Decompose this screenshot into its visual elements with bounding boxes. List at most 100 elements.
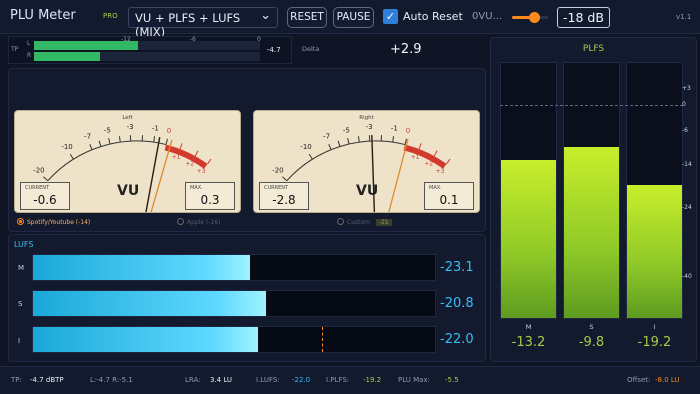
footer-offset-label: Offset: bbox=[627, 376, 651, 384]
lufs-m-bar bbox=[33, 255, 251, 280]
tp-label: TP bbox=[11, 46, 19, 53]
footer-iplfs-label: I.PLFS: bbox=[326, 376, 350, 384]
footer-lr-value: L:-4.7 R:-5.1 bbox=[90, 376, 133, 384]
plfs-i-label: I bbox=[653, 323, 656, 331]
vu-left-title: Left bbox=[122, 115, 133, 121]
lufs-i-bar bbox=[33, 327, 259, 352]
plfs-scale-minus24: -24 bbox=[682, 204, 692, 211]
vu-left-unit: VU bbox=[117, 183, 140, 199]
vu-tick bbox=[308, 153, 313, 160]
vu-scale-label: +3 bbox=[197, 168, 206, 175]
lufs-s-value: -20.8 bbox=[440, 296, 474, 311]
vu-left-current-value: -0.6 bbox=[33, 193, 57, 207]
vu-tick bbox=[357, 136, 360, 143]
plfs-s-value: -9.8 bbox=[578, 335, 605, 350]
lufs-s-track bbox=[32, 290, 436, 317]
vu-right-current-label: CURRENT bbox=[264, 185, 289, 191]
vu-tick bbox=[207, 158, 212, 165]
lufs-i-value: -22.0 bbox=[440, 332, 474, 347]
vu-left-max-box[interactable]: MAX. 0.3 bbox=[185, 182, 235, 210]
vu-scale-label: +1 bbox=[411, 154, 420, 161]
vu-left-max-value: 0.3 bbox=[200, 193, 220, 207]
vu-tick bbox=[69, 153, 74, 160]
vu-tick bbox=[89, 143, 93, 150]
vu-scale-label: -10 bbox=[300, 143, 311, 151]
pause-button[interactable]: PAUSE bbox=[333, 7, 374, 28]
auto-reset-checkbox[interactable]: ✓ bbox=[383, 9, 398, 24]
zero-vu-label: 0VU... bbox=[472, 11, 503, 22]
chevron-down-icon: ⌄ bbox=[260, 8, 271, 23]
vu-tick bbox=[153, 136, 156, 143]
tp-right-label: R bbox=[27, 52, 32, 59]
delta-value: +2.9 bbox=[390, 42, 422, 57]
footer-offset-value: -8.0 LU bbox=[655, 376, 680, 384]
footer-tp-value: -4.7 dBTP bbox=[30, 376, 64, 384]
tp-value: -4.7 bbox=[267, 46, 281, 54]
reference-level-field[interactable]: -18 dB bbox=[557, 7, 610, 28]
vu-right-title: Right bbox=[359, 115, 374, 121]
lufs-s-bar bbox=[33, 291, 267, 316]
vu-max-needle bbox=[388, 138, 409, 212]
vu-scale-label: +3 bbox=[436, 168, 445, 175]
footer-lra-label: LRA: bbox=[185, 376, 201, 384]
target-custom-option[interactable]: Custom -21 bbox=[337, 218, 392, 226]
delta-label: Delta bbox=[302, 45, 320, 53]
vu-left-current-label: CURRENT bbox=[25, 185, 50, 191]
radio-unselected-icon bbox=[177, 218, 184, 225]
vu-tick bbox=[282, 176, 288, 182]
target-custom-value[interactable]: -21 bbox=[375, 219, 392, 226]
footer-lra-value: 3.4 LU bbox=[210, 376, 233, 384]
vu-needle bbox=[371, 135, 376, 212]
plfs-scale-0: 0 bbox=[682, 101, 686, 108]
tp-left-label: L bbox=[27, 40, 31, 47]
lufs-m-label: M bbox=[18, 264, 25, 272]
vu-tick bbox=[118, 136, 121, 143]
vu-needle bbox=[145, 136, 161, 212]
vu-scale-label: -1 bbox=[391, 124, 398, 132]
lufs-i-label: I bbox=[18, 337, 21, 345]
zero-vu-slider-handle[interactable] bbox=[528, 12, 540, 23]
vu-tick bbox=[328, 143, 332, 150]
vu-scale-label: 0 bbox=[406, 127, 410, 135]
lufs-m-track bbox=[32, 254, 436, 281]
tp-right-bar bbox=[34, 52, 100, 61]
vu-scale-label: -10 bbox=[61, 143, 72, 151]
footer-iplfs-value: -19.2 bbox=[363, 376, 382, 384]
vu-left-max-label: MAX. bbox=[190, 185, 203, 191]
lufs-s-label: S bbox=[18, 300, 23, 308]
plfs-scale-minus40: -40 bbox=[682, 273, 692, 280]
target-apple-label: Apple (-16) bbox=[187, 219, 221, 226]
plfs-i-value: -19.2 bbox=[637, 335, 672, 350]
vu-right-current-value: -2.8 bbox=[272, 193, 296, 207]
plfs-m-bar bbox=[501, 159, 556, 318]
plfs-s-column bbox=[563, 62, 620, 319]
target-spotify-option[interactable]: Spotify/Youtube (-14) bbox=[17, 218, 90, 226]
vu-scale-label: -7 bbox=[323, 133, 330, 141]
preset-dropdown[interactable]: VU + PLFS + LUFS (MIX) ⌄ bbox=[128, 7, 278, 39]
vu-right-max-box[interactable]: MAX. 0.1 bbox=[424, 182, 474, 210]
target-apple-option[interactable]: Apple (-16) bbox=[177, 218, 220, 226]
vu-tick bbox=[446, 158, 451, 165]
version-label: v1.1 bbox=[676, 13, 692, 21]
plfs-scale-plus3: +3 bbox=[682, 85, 691, 92]
plfs-m-value: -13.2 bbox=[511, 335, 546, 350]
plfs-s-label: S bbox=[589, 323, 594, 331]
vu-meter-right: -20 -10 -7 -5 -3 -1 0 +1 +2 +3 Right CURRENT -2.8… bbox=[253, 110, 480, 213]
vu-right-max-value: 0.1 bbox=[439, 193, 459, 207]
plfs-scale-minus6: -6 bbox=[682, 127, 688, 134]
app-title: PLU Meter bbox=[10, 8, 76, 23]
lufs-m-value: -23.1 bbox=[440, 260, 474, 275]
vu-scale-label: -5 bbox=[343, 126, 350, 134]
vu-tick bbox=[392, 136, 395, 143]
vu-right-unit: VU bbox=[356, 183, 379, 199]
vu-scale-label: +1 bbox=[172, 154, 181, 161]
plfs-scale-minus14: -14 bbox=[682, 161, 692, 168]
footer-tp-label: TP: bbox=[11, 376, 22, 384]
pro-badge: PRO bbox=[103, 12, 118, 20]
vu-scale-label: 0 bbox=[167, 127, 171, 135]
preset-label: VU + PLFS + LUFS (MIX) bbox=[135, 11, 241, 39]
vu-scale-label: -7 bbox=[84, 133, 91, 141]
vu-tick bbox=[337, 140, 341, 147]
reset-button[interactable]: RESET bbox=[287, 7, 327, 28]
vu-tick bbox=[418, 143, 422, 150]
